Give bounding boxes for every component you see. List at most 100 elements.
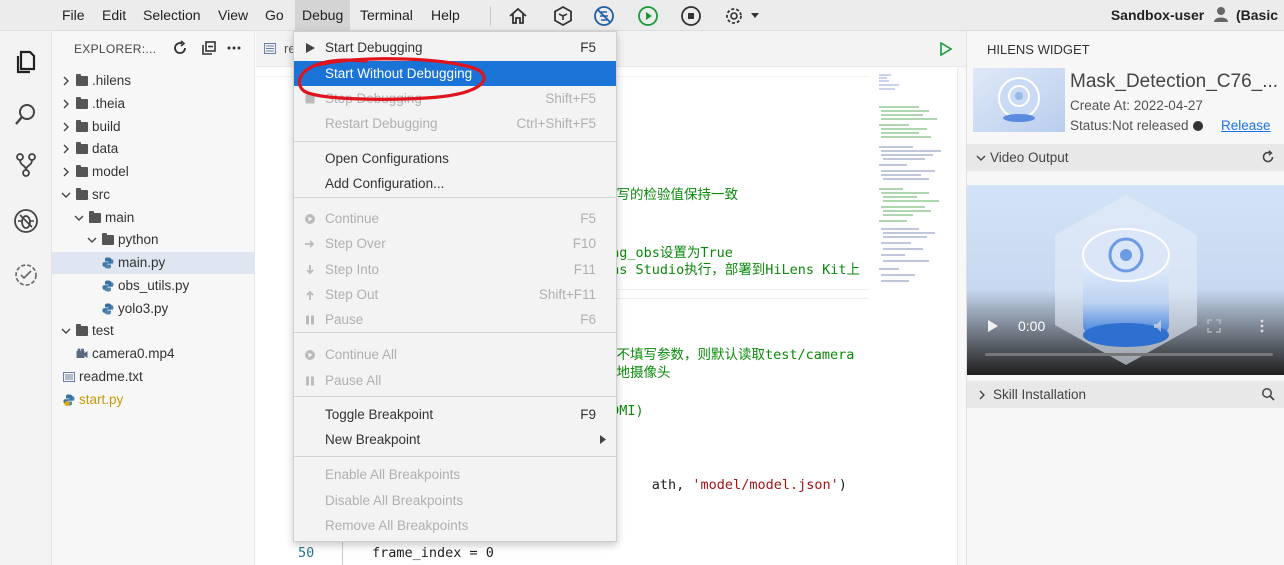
- menu-item-shortcut: Shift+F5: [545, 91, 596, 106]
- menu-item-label: Disable All Breakpoints: [325, 493, 464, 508]
- debug-bug-icon[interactable]: [12, 207, 40, 235]
- video-output-header[interactable]: Video Output: [967, 144, 1284, 171]
- debug-menu-item: Stop Debugging Shift+F5: [294, 86, 616, 111]
- menu-item-shortcut: Ctrl+Shift+F5: [516, 116, 596, 131]
- menu-item-label: Open Configurations: [325, 151, 449, 166]
- python-file-icon: [102, 280, 114, 292]
- explorer-files-icon[interactable]: [12, 47, 40, 75]
- debug-menu-item: Continue F5: [294, 206, 616, 231]
- tree-file[interactable]: obs_utils.py: [52, 275, 255, 297]
- menu-debug[interactable]: Debug: [295, 0, 351, 31]
- tree-folder[interactable]: python: [52, 229, 255, 251]
- user-icon: [1214, 7, 1229, 22]
- menu-item-label: Stop Debugging: [325, 91, 422, 106]
- package-icon[interactable]: [551, 4, 575, 28]
- continue-icon: [305, 214, 315, 224]
- chevron-down-icon: [87, 237, 97, 244]
- tree-folder[interactable]: build: [52, 116, 255, 138]
- tree-folder[interactable]: main: [52, 207, 255, 229]
- skill-installation-header[interactable]: Skill Installation: [967, 381, 1284, 408]
- menu-edit[interactable]: Edit: [95, 0, 133, 31]
- debug-menu-item[interactable]: New Breakpoint: [294, 427, 616, 452]
- video-play-icon[interactable]: [987, 319, 999, 333]
- menu-item-shortcut: F6: [580, 312, 596, 327]
- more-icon[interactable]: [226, 40, 242, 56]
- fullscreen-icon[interactable]: [1207, 319, 1221, 333]
- no-debug-icon[interactable]: [592, 4, 616, 28]
- release-link[interactable]: Release: [1221, 118, 1271, 133]
- model-create-date: Create At: 2022-04-27: [1070, 98, 1203, 113]
- folder-icon: [89, 210, 101, 223]
- menu-item-label: Toggle Breakpoint: [325, 407, 434, 422]
- chevron-right-icon: [63, 76, 69, 86]
- minimap[interactable]: [869, 67, 957, 297]
- tree-label: data: [92, 141, 119, 157]
- debug-menu-item[interactable]: Add Configuration...: [294, 171, 616, 196]
- refresh-icon[interactable]: [1261, 150, 1275, 164]
- activity-bar: [0, 31, 52, 565]
- menu-go[interactable]: Go: [258, 0, 291, 31]
- menu-file[interactable]: File: [55, 0, 92, 31]
- menu-item-label: Pause All: [325, 373, 382, 388]
- debug-menu-item[interactable]: Start Without Debugging: [294, 61, 616, 86]
- tree-label: .hilens: [92, 73, 132, 88]
- tree-folder[interactable]: src: [52, 184, 255, 206]
- search-icon[interactable]: [12, 101, 40, 129]
- user-account[interactable]: Sandbox-user (Basic: [1111, 0, 1278, 31]
- menu-item-label: Add Configuration...: [325, 176, 445, 191]
- menu-terminal[interactable]: Terminal: [353, 0, 420, 31]
- search-icon[interactable]: [1261, 387, 1275, 401]
- tree-file[interactable]: start.py: [52, 389, 255, 411]
- video-player[interactable]: [967, 185, 1284, 375]
- chevron-right-icon: [63, 122, 69, 131]
- tree-file[interactable]: main.py: [52, 252, 255, 274]
- caret-down-icon[interactable]: [750, 12, 760, 20]
- menu-item-label: Pause: [325, 312, 364, 327]
- run-icon[interactable]: [636, 4, 660, 28]
- play-icon: [306, 43, 315, 53]
- menu-help[interactable]: Help: [424, 0, 467, 31]
- tree-file[interactable]: yolo3.py: [52, 298, 255, 320]
- settings-gear-icon[interactable]: [722, 4, 746, 28]
- tree-folder[interactable]: .hilens: [52, 70, 255, 92]
- stop-icon: [305, 94, 315, 104]
- code-line-path: ath, 'model/model.json'): [603, 461, 847, 509]
- tree-folder[interactable]: data: [52, 138, 255, 160]
- tree-folder[interactable]: .theia: [52, 93, 255, 115]
- tree-file[interactable]: camera0.mp4: [52, 343, 255, 365]
- pause-icon: [306, 315, 314, 325]
- menu-separator: [294, 141, 616, 142]
- home-icon[interactable]: [506, 4, 530, 28]
- tree-folder[interactable]: test: [52, 320, 255, 342]
- menu-item-shortcut: F5: [580, 40, 596, 55]
- stop-icon[interactable]: [679, 4, 703, 28]
- folder-icon: [76, 119, 88, 132]
- video-more-icon[interactable]: [1259, 319, 1265, 333]
- menu-selection[interactable]: Selection: [136, 0, 208, 31]
- video-progress-bar[interactable]: [985, 353, 1273, 356]
- menu-item-label: Step Into: [325, 262, 380, 277]
- ide-window: File Edit Selection View Go Debug Termin…: [0, 0, 1284, 565]
- menu-item-label: Enable All Breakpoints: [325, 467, 461, 482]
- debug-menu-item[interactable]: Open Configurations: [294, 146, 616, 171]
- folder-icon: [76, 142, 88, 155]
- hilens-widget-icon[interactable]: [12, 261, 40, 289]
- explorer-panel: EXPLORER:... .hilens .theia build data model…: [52, 31, 255, 565]
- tree-label: yolo3.py: [118, 300, 169, 316]
- menu-item-label: Start Without Debugging: [325, 66, 473, 81]
- indent-guide: [342, 539, 343, 565]
- volume-icon[interactable]: [1153, 319, 1169, 333]
- tree-file[interactable]: readme.txt: [52, 366, 255, 388]
- editor-scrollbar[interactable]: [957, 67, 966, 565]
- debug-menu-item[interactable]: Toggle Breakpoint F9: [294, 402, 616, 427]
- chevron-down-icon: [976, 155, 986, 161]
- menu-item-label: Start Debugging: [325, 40, 423, 55]
- debug-menu-item[interactable]: Start Debugging F5: [294, 35, 616, 60]
- tree-folder[interactable]: model: [52, 161, 255, 183]
- source-control-icon[interactable]: [12, 151, 40, 179]
- menu-view[interactable]: View: [211, 0, 255, 31]
- menu-item-shortcut: F5: [580, 211, 596, 226]
- run-file-icon[interactable]: [940, 42, 952, 56]
- refresh-icon[interactable]: [172, 40, 188, 56]
- collapse-all-icon[interactable]: [201, 40, 217, 56]
